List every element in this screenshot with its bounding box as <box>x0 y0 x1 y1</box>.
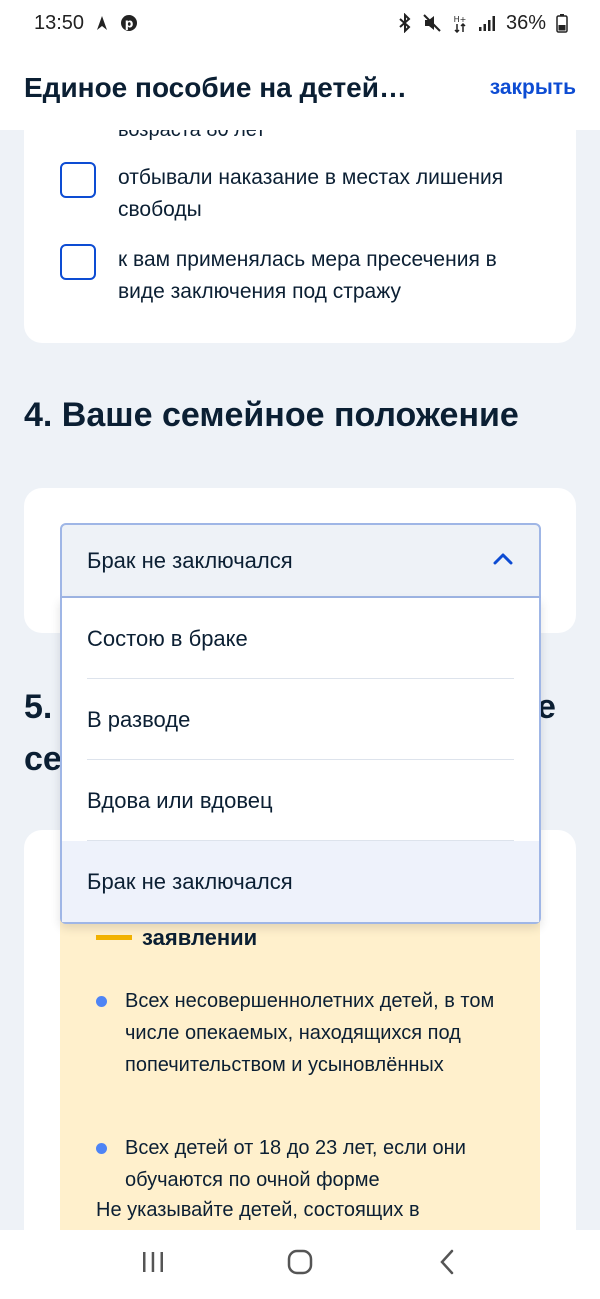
dropdown-option[interactable]: Вдова или вдовец <box>62 760 539 841</box>
checkbox-label: к вам применялась мера пресечения в виде… <box>118 248 497 303</box>
app-header: Единое пособие на детей… закрыть <box>0 46 600 130</box>
battery-icon <box>556 13 568 33</box>
close-button[interactable]: закрыть <box>490 76 576 100</box>
status-left: 13:50 p <box>34 12 138 35</box>
back-icon <box>439 1249 455 1280</box>
info-accent-bar <box>96 935 132 940</box>
section4-title: 4. Ваше семейное положение <box>24 396 519 434</box>
recent-apps-button[interactable] <box>123 1240 183 1290</box>
bullet-text: Всех детей от 18 до 23 лет, если они обу… <box>125 1137 466 1191</box>
signal-icon <box>478 14 496 32</box>
checkbox[interactable] <box>60 162 96 198</box>
pinterest-icon: p <box>120 14 138 32</box>
cut-off-option-text: возраста 80 лет <box>118 130 266 141</box>
option-label: Брак не заключался <box>87 868 293 894</box>
dropdown-options: Состою в браке В разводе Вдова или вдове… <box>60 598 541 924</box>
dropdown-option[interactable]: В разводе <box>62 679 539 760</box>
chevron-up-icon <box>493 552 513 570</box>
home-icon <box>287 1249 313 1280</box>
data-icon: H+ <box>452 13 468 33</box>
status-bar: 13:50 p H+ 36% <box>0 0 600 46</box>
info-bullet: Всех детей от 18 до 23 лет, если они обу… <box>96 1132 516 1196</box>
checkbox[interactable] <box>60 244 96 280</box>
dropdown-selected[interactable]: Брак не заключался <box>60 523 541 598</box>
status-time: 13:50 <box>34 11 85 34</box>
recent-apps-icon <box>141 1251 165 1278</box>
dropdown-selected-value: Брак не заключался <box>87 547 293 573</box>
option-label: Состою в браке <box>87 625 248 651</box>
system-nav-bar <box>0 1230 600 1299</box>
bullet-dot <box>96 996 107 1007</box>
dropdown-option[interactable]: Состою в браке <box>62 598 539 679</box>
section5-title-start: 5. <box>24 688 53 726</box>
dropdown-option-selected[interactable]: Брак не заключался <box>62 841 539 922</box>
bluetooth-icon <box>398 13 412 33</box>
checkbox-row-imprisonment[interactable]: отбывали наказание в местах лишения своб… <box>60 162 540 226</box>
info-box: Каких детей указывать в заявлении Всех н… <box>60 890 540 1230</box>
home-button[interactable] <box>270 1240 330 1290</box>
checkbox-label: отбывали наказание в местах лишения своб… <box>118 166 504 221</box>
svg-text:H+: H+ <box>454 15 467 24</box>
battery-percent: 36% <box>505 11 546 34</box>
page-title: Единое пособие на детей… <box>24 72 407 103</box>
section5-title-line2: се <box>24 740 62 778</box>
bullet-text: Всех несовершеннолетних детей, в том чис… <box>125 990 495 1076</box>
bullet-dot <box>96 1143 107 1154</box>
status-right: H+ 36% <box>398 12 568 35</box>
info-note: Не указывайте детей, состоящих в <box>96 1199 420 1221</box>
form-content[interactable]: возраста 80 лет отбывали наказание в мес… <box>0 130 600 1230</box>
mute-icon <box>422 13 442 33</box>
marital-status-dropdown[interactable]: Брак не заключался Состою в браке В разв… <box>60 523 541 924</box>
back-button[interactable] <box>417 1240 477 1290</box>
checkbox-row-detention[interactable]: к вам применялась мера пресечения в виде… <box>60 244 540 308</box>
svg-text:p: p <box>125 17 134 31</box>
option-label: Вдова или вдовец <box>87 787 273 813</box>
info-bullet: Всех несовершеннолетних детей, в том чис… <box>96 985 516 1081</box>
option-label: В разводе <box>87 706 191 732</box>
navigation-icon <box>94 14 110 32</box>
